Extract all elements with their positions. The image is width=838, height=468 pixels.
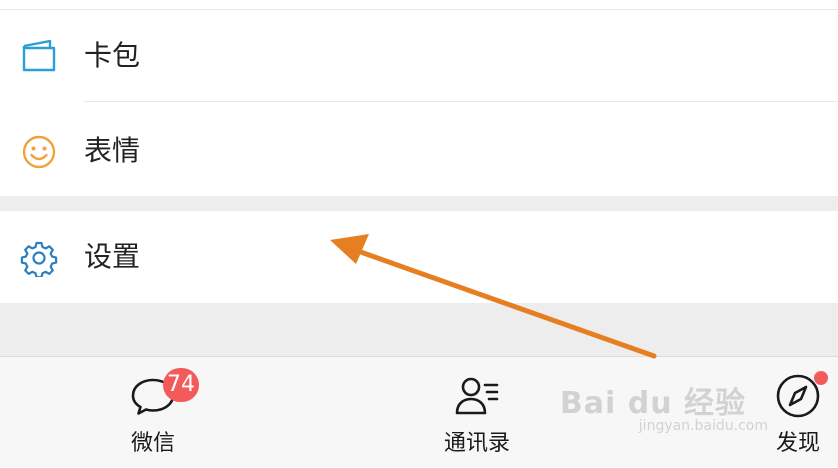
watermark-logo: Bai du 经验 bbox=[559, 386, 746, 421]
gear-icon bbox=[20, 239, 58, 279]
contacts-icon bbox=[452, 371, 502, 421]
new-content-dot bbox=[814, 371, 828, 385]
section-separator bbox=[0, 196, 838, 211]
unread-badge: 74 bbox=[163, 368, 199, 402]
previous-row-edge bbox=[0, 0, 838, 10]
empty-background bbox=[0, 303, 838, 356]
tab-discover[interactable]: 发现 bbox=[738, 357, 838, 468]
menu-item-label: 设置 bbox=[84, 240, 141, 273]
menu-item-card-wallet[interactable]: 卡包 bbox=[0, 10, 838, 102]
tab-label: 微信 bbox=[130, 431, 175, 456]
menu-item-label: 表情 bbox=[84, 134, 141, 167]
wallet-icon bbox=[20, 38, 58, 76]
menu-item-stickers[interactable]: 表情 bbox=[0, 103, 838, 196]
smiley-icon bbox=[20, 133, 58, 171]
divider bbox=[84, 101, 838, 102]
tab-contacts[interactable]: 通讯录 bbox=[417, 357, 537, 468]
menu-item-settings[interactable]: 设置 bbox=[0, 211, 838, 303]
tab-wechat[interactable]: 74 微信 bbox=[93, 357, 213, 468]
menu-item-label: 卡包 bbox=[84, 39, 141, 72]
watermark-url: jingyan.baidu.com bbox=[638, 418, 768, 434]
tab-label: 通讯录 bbox=[443, 431, 510, 456]
